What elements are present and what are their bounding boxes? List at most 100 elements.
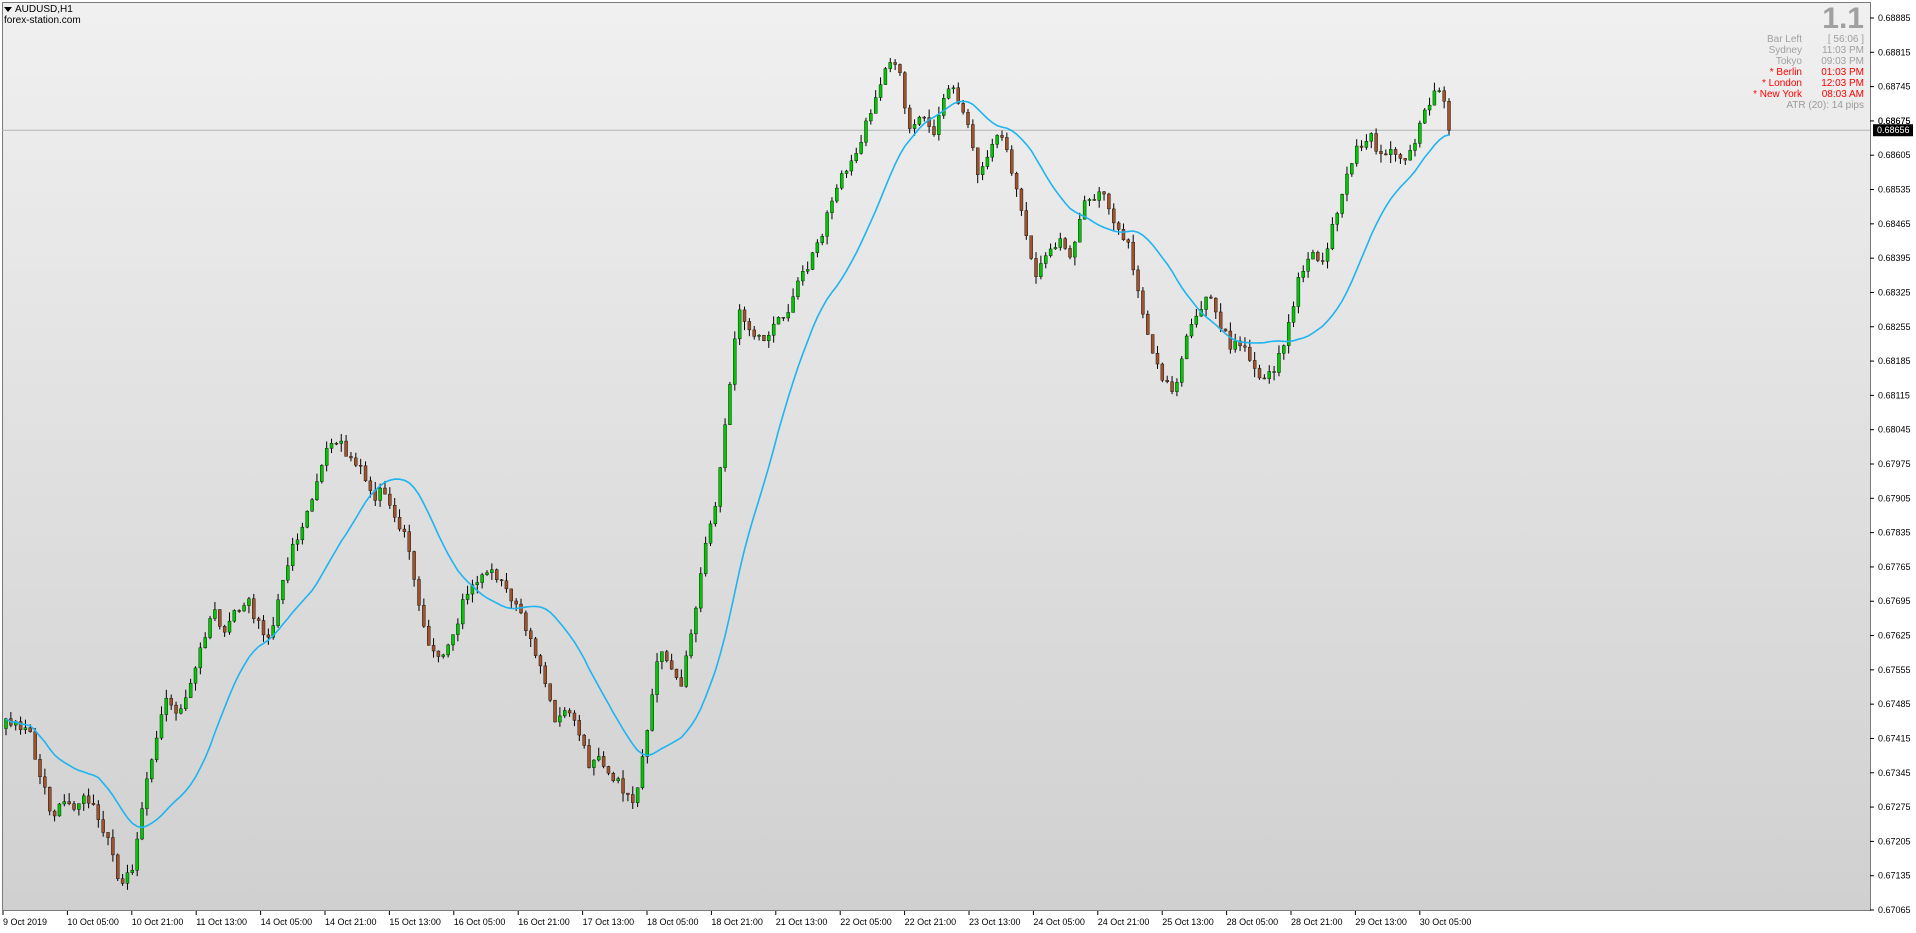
candle	[679, 669, 684, 687]
candle	[1316, 250, 1320, 263]
candle	[1282, 344, 1286, 360]
candle	[650, 688, 654, 732]
y-tick-label: 0.67345	[1878, 768, 1911, 778]
candle	[1306, 252, 1310, 278]
candle	[1010, 145, 1014, 176]
candle	[990, 138, 994, 162]
session-row: * New York 08:03 AM	[1644, 89, 1864, 100]
time-axis[interactable]: 9 Oct 2019 10 Oct 05:00 10 Oct 21:00 11 Oct…	[2, 911, 1471, 927]
candle	[1350, 162, 1354, 177]
candle	[402, 524, 407, 538]
session-rows: Bar Left [ 56:06 ] Sydney 11:03 PM Tokyo 09:0…	[1644, 34, 1864, 111]
candle	[1359, 140, 1364, 152]
candle	[1170, 376, 1174, 395]
x-tick-label: 10 Oct 21:00	[132, 917, 184, 927]
candle	[835, 184, 839, 204]
symbol-header[interactable]: AUDUSD,H1	[4, 4, 73, 15]
current-price-tag: 0.686750.68656	[1873, 116, 1913, 137]
candle	[43, 768, 47, 795]
session-label: Sydney	[1768, 45, 1802, 56]
candle	[742, 306, 747, 331]
candle	[825, 210, 829, 245]
candle	[465, 585, 470, 605]
candle	[533, 636, 538, 659]
candle	[1301, 265, 1305, 283]
candle	[820, 233, 824, 246]
candle	[888, 57, 892, 73]
candle	[1379, 144, 1383, 163]
candle	[980, 161, 985, 181]
candle	[208, 615, 212, 640]
price-tag-label: 0.68656	[1877, 125, 1910, 135]
candle	[392, 498, 397, 523]
candle	[490, 563, 494, 580]
y-tick-label: 0.67625	[1878, 631, 1911, 641]
candle	[1189, 318, 1194, 339]
candle	[145, 771, 149, 816]
candle	[1131, 234, 1135, 276]
candle	[485, 570, 489, 576]
candle	[781, 317, 786, 322]
candle	[971, 119, 975, 151]
x-tick-label: 16 Oct 21:00	[518, 917, 570, 927]
candle	[1257, 364, 1262, 380]
candle	[1398, 152, 1403, 164]
candle	[713, 501, 718, 527]
price-chart[interactable]: 0.688850.688150.687450.686750.686050.685…	[0, 0, 1916, 933]
candle	[563, 707, 567, 718]
candle	[86, 788, 91, 809]
candle	[193, 666, 198, 691]
candle	[631, 786, 635, 809]
candle	[222, 624, 227, 637]
candle	[140, 802, 144, 841]
candle	[261, 615, 266, 642]
y-tick-label: 0.67065	[1878, 905, 1911, 915]
candle	[358, 458, 363, 475]
y-tick-label: 0.68885	[1878, 13, 1911, 23]
candle	[1311, 249, 1315, 260]
candle	[645, 729, 650, 764]
candle	[290, 537, 295, 571]
y-tick-label: 0.67835	[1878, 528, 1911, 538]
candle	[461, 593, 465, 630]
candle	[456, 618, 460, 642]
candle	[1418, 120, 1422, 148]
dropdown-triangle-icon[interactable]	[4, 6, 12, 12]
candle	[1146, 310, 1150, 335]
candles	[4, 57, 1451, 890]
candle	[830, 197, 834, 220]
candle	[1340, 193, 1344, 218]
candle	[907, 104, 912, 134]
candle	[174, 701, 178, 721]
x-tick-label: 15 Oct 13:00	[389, 917, 441, 927]
candle	[1204, 296, 1208, 317]
candle	[873, 90, 878, 114]
candle	[771, 316, 776, 343]
candle	[198, 642, 203, 675]
candle	[572, 710, 577, 727]
candle	[1184, 333, 1189, 360]
y-tick-label: 0.68185	[1878, 356, 1911, 366]
candle	[640, 749, 645, 790]
price-axis[interactable]: 0.688850.688150.687450.686750.686050.685…	[1870, 13, 1911, 915]
session-value: 09:03 PM	[1821, 56, 1864, 67]
candle	[116, 853, 120, 882]
session-value: [ 56:06 ]	[1827, 34, 1864, 45]
candle	[130, 864, 135, 875]
candle	[786, 304, 790, 322]
candle	[1369, 132, 1373, 149]
candle	[995, 134, 999, 149]
candle	[373, 481, 377, 507]
x-tick-label: 22 Oct 05:00	[840, 917, 892, 927]
candle	[1194, 309, 1199, 328]
candle	[412, 550, 416, 587]
candle	[38, 754, 42, 785]
session-label: Tokyo	[1775, 56, 1802, 67]
ma-line	[5, 100, 1450, 829]
x-tick-label: 16 Oct 05:00	[454, 917, 506, 927]
candle	[237, 609, 241, 613]
candle	[407, 524, 411, 560]
candle	[9, 712, 13, 728]
candle	[810, 251, 815, 271]
x-tick-label: 9 Oct 2019	[3, 917, 47, 927]
